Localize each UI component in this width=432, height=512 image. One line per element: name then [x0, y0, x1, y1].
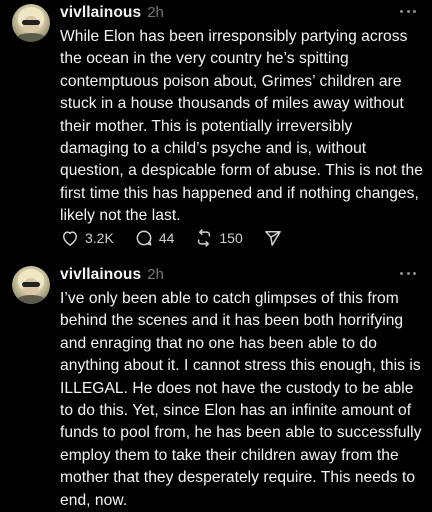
username[interactable]: vivllainous	[60, 266, 141, 283]
like-count: 3.2K	[85, 230, 114, 246]
reply-count: 44	[158, 230, 175, 246]
more-icon[interactable]	[400, 5, 416, 17]
timestamp: 2h	[147, 4, 164, 21]
post-text: I’ve only been able to catch glimpses of…	[60, 290, 422, 509]
repost-count: 150	[219, 230, 243, 246]
post-text: While Elon has been irresponsibly partyi…	[60, 28, 423, 225]
repost-button[interactable]: 150	[194, 228, 243, 248]
avatar-shoulder	[15, 295, 47, 304]
reply-button[interactable]: 44	[134, 228, 175, 248]
avatar-glasses	[22, 20, 40, 25]
comment-icon	[136, 230, 152, 246]
like-button[interactable]: 3.2K	[60, 228, 114, 248]
heart-icon	[63, 231, 77, 246]
post-header: vivllainous 2h	[60, 3, 164, 23]
avatar-shoulder	[15, 33, 47, 42]
share-button[interactable]	[263, 228, 288, 248]
avatar-glasses	[22, 282, 40, 287]
send-icon	[264, 231, 281, 246]
action-bar: 3.2K 44 150	[60, 226, 308, 250]
avatar-face	[23, 278, 39, 296]
username[interactable]: vivllainous	[60, 4, 141, 21]
avatar[interactable]	[12, 4, 50, 42]
repost-icon	[198, 229, 211, 247]
more-icon[interactable]	[400, 267, 416, 279]
timestamp: 2h	[147, 266, 164, 283]
avatar-face	[23, 16, 39, 34]
avatar[interactable]	[12, 266, 50, 304]
post-header: vivllainous 2h	[60, 265, 164, 285]
